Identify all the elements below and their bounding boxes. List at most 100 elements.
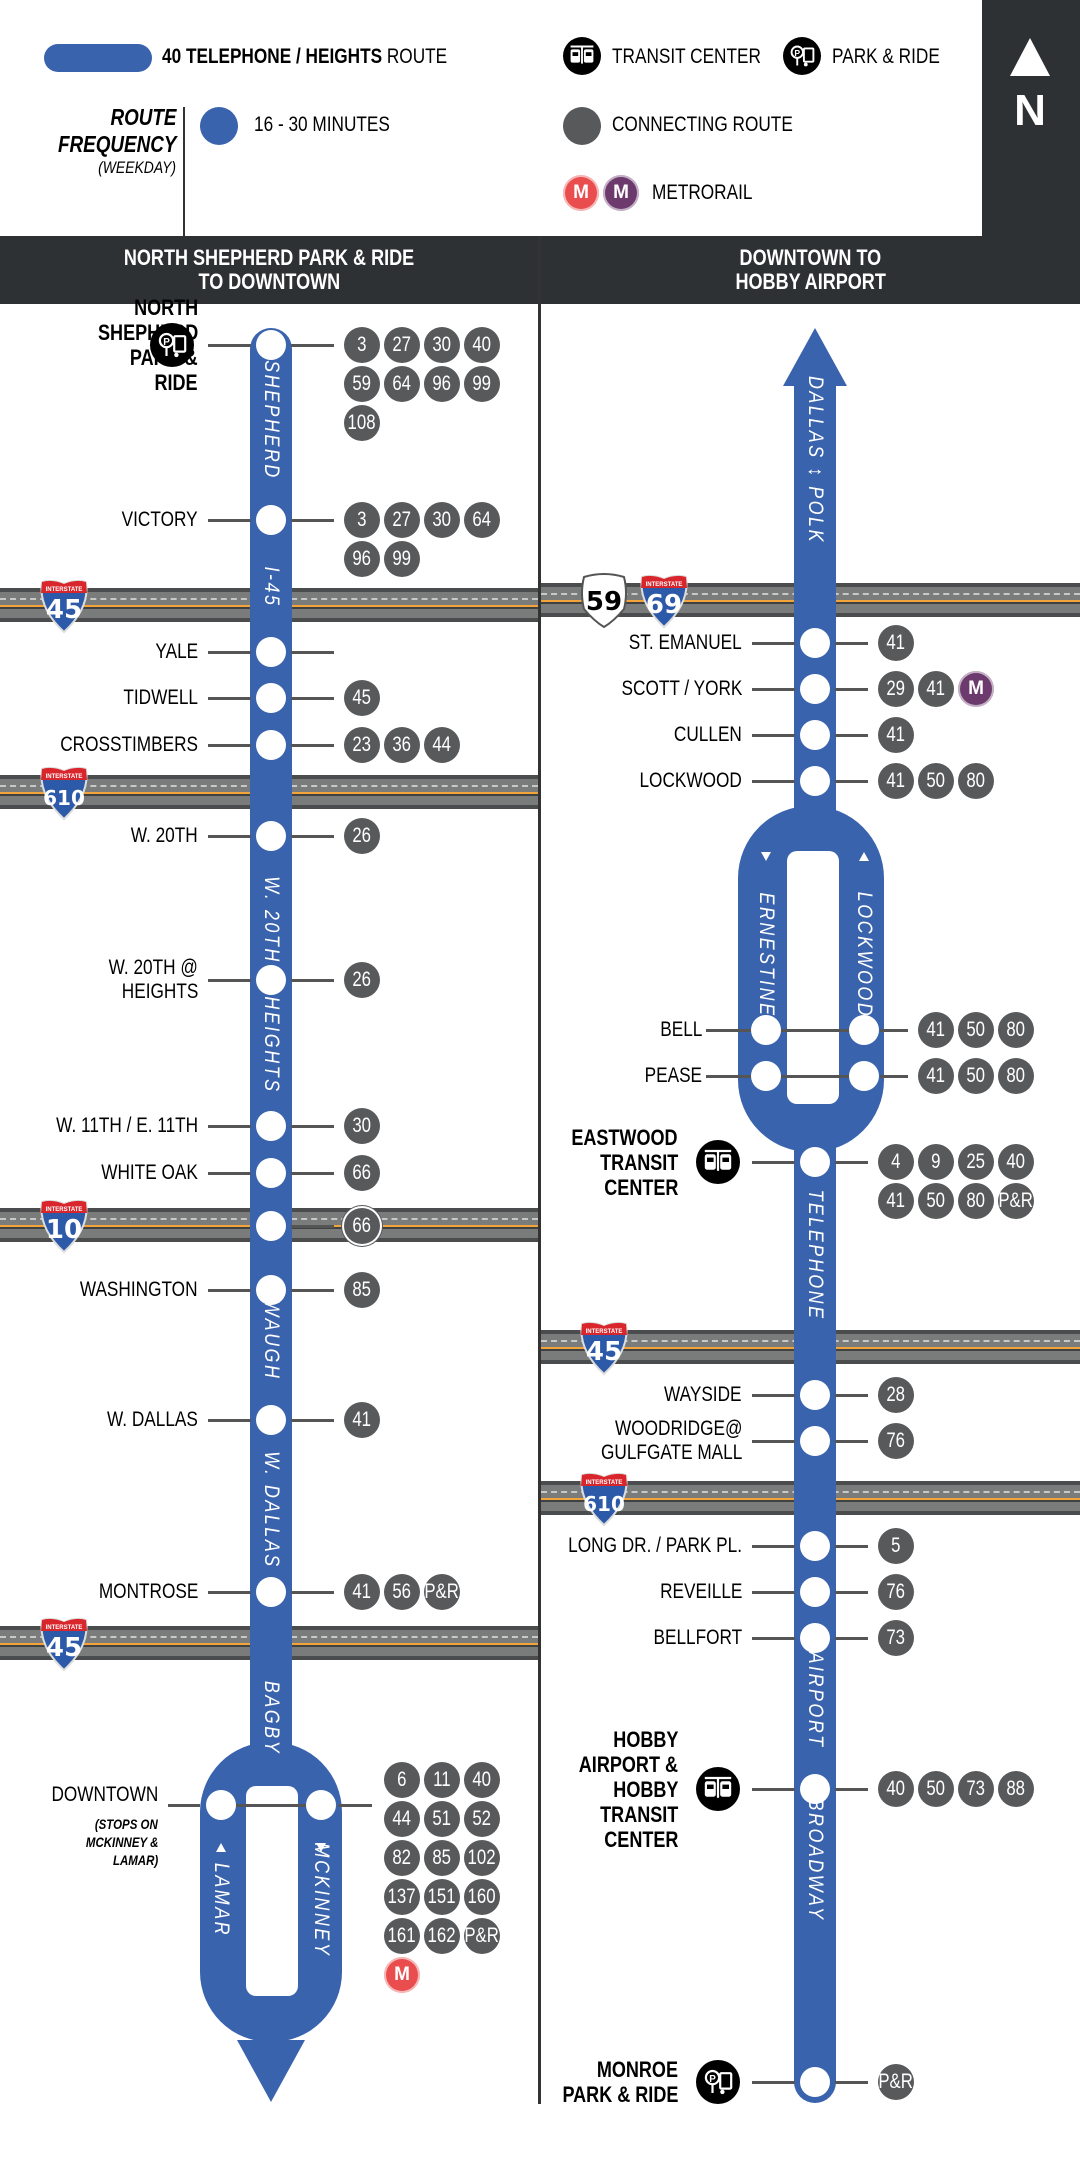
route-badge[interactable]: 28 (878, 1377, 914, 1413)
stop-marker[interactable] (256, 1405, 286, 1435)
stop-marker[interactable] (256, 637, 286, 667)
route-badge[interactable]: 50 (958, 1058, 994, 1094)
route-badge[interactable]: 23 (344, 727, 380, 763)
route-badge[interactable]: 88 (998, 1771, 1034, 1807)
route-badge[interactable]: 102 (464, 1840, 500, 1876)
route-badge[interactable]: P&R (464, 1918, 500, 1954)
route-badge[interactable]: 66 (344, 1208, 380, 1244)
route-badge[interactable]: 40 (878, 1771, 914, 1807)
route-badge[interactable]: 27 (384, 327, 420, 363)
route-badge[interactable]: 30 (424, 327, 460, 363)
route-badge[interactable]: 99 (464, 366, 500, 402)
route-badge[interactable]: 85 (424, 1840, 460, 1876)
route-badge[interactable]: 40 (998, 1144, 1034, 1180)
route-badge[interactable]: 25 (958, 1144, 994, 1180)
route-badge[interactable]: 29 (878, 671, 914, 707)
route-badge[interactable]: 161 (384, 1918, 420, 1954)
route-badge[interactable]: 30 (424, 502, 460, 538)
stop-marker[interactable] (800, 1531, 830, 1561)
stop-marker[interactable] (256, 730, 286, 760)
route-badge[interactable]: 151 (424, 1879, 460, 1915)
route-badge[interactable]: 11 (424, 1762, 460, 1798)
route-badge[interactable]: 3 (344, 327, 380, 363)
route-badge[interactable]: 27 (384, 502, 420, 538)
stop-marker[interactable] (849, 1061, 879, 1091)
route-badge[interactable]: 26 (344, 818, 380, 854)
stop-marker[interactable] (256, 505, 286, 535)
route-badge[interactable]: 41 (344, 1402, 380, 1438)
route-badge[interactable]: 40 (464, 1762, 500, 1798)
stop-marker[interactable] (800, 1577, 830, 1607)
route-badge[interactable]: 80 (958, 1183, 994, 1219)
route-badge[interactable]: 44 (424, 727, 460, 763)
route-badge[interactable]: 137 (384, 1879, 420, 1915)
route-badge[interactable]: 76 (878, 1423, 914, 1459)
stop-downtown-mckinney[interactable] (306, 1790, 336, 1820)
stop-marker[interactable] (256, 1577, 286, 1607)
stop-marker[interactable] (256, 1275, 286, 1305)
route-badge[interactable]: 99 (384, 541, 420, 577)
route-badge[interactable]: 41 (878, 763, 914, 799)
route-badge[interactable]: P&R (424, 1574, 460, 1610)
stop-downtown-lamar[interactable] (206, 1790, 236, 1820)
route-badge[interactable]: P&R (878, 2064, 914, 2100)
stop-marker[interactable] (800, 1380, 830, 1410)
route-badge[interactable]: 50 (918, 1183, 954, 1219)
route-badge[interactable]: 41 (918, 1012, 954, 1048)
route-badge[interactable]: 73 (878, 1620, 914, 1656)
stop-marker[interactable] (800, 628, 830, 658)
route-badge[interactable]: 52 (464, 1801, 500, 1837)
stop-marker[interactable] (800, 1623, 830, 1653)
route-badge[interactable]: 26 (344, 962, 380, 998)
route-badge[interactable]: 41 (344, 1574, 380, 1610)
route-badge[interactable]: 108 (344, 405, 380, 441)
route-badge[interactable]: 30 (344, 1108, 380, 1144)
route-badge[interactable]: 50 (918, 1771, 954, 1807)
route-badge[interactable]: 80 (998, 1058, 1034, 1094)
route-badge[interactable]: 44 (384, 1801, 420, 1837)
stop-marker[interactable] (256, 683, 286, 713)
route-badge[interactable]: 41 (878, 717, 914, 753)
stop-marker[interactable] (800, 2067, 830, 2097)
route-badge[interactable]: 40 (464, 327, 500, 363)
metrorail-icon[interactable]: M (958, 671, 994, 707)
stop-marker[interactable] (800, 720, 830, 750)
route-badge[interactable]: 85 (344, 1272, 380, 1308)
stop-marker[interactable] (751, 1061, 781, 1091)
route-badge[interactable]: 80 (958, 763, 994, 799)
route-badge[interactable]: 64 (384, 366, 420, 402)
route-badge[interactable]: 56 (384, 1574, 420, 1610)
stop-marker[interactable] (800, 1147, 830, 1177)
route-badge[interactable]: 64 (464, 502, 500, 538)
stop-marker[interactable] (256, 1158, 286, 1188)
route-badge[interactable]: 41 (918, 1058, 954, 1094)
route-badge[interactable]: 4 (878, 1144, 914, 1180)
route-badge[interactable]: 50 (918, 763, 954, 799)
stop-marker[interactable] (800, 1774, 830, 1804)
stop-marker[interactable] (849, 1015, 879, 1045)
route-badge[interactable]: 96 (344, 541, 380, 577)
route-badge[interactable]: 6 (384, 1762, 420, 1798)
route-badge[interactable]: 82 (384, 1840, 420, 1876)
route-badge[interactable]: 41 (918, 671, 954, 707)
route-badge[interactable]: 76 (878, 1574, 914, 1610)
stop-marker[interactable] (800, 766, 830, 796)
stop-marker[interactable] (256, 1111, 286, 1141)
route-badge[interactable]: 9 (918, 1144, 954, 1180)
route-badge[interactable]: 3 (344, 502, 380, 538)
stop-marker[interactable] (256, 1211, 286, 1241)
route-badge[interactable]: 45 (344, 680, 380, 716)
route-badge[interactable]: P&R (998, 1183, 1034, 1219)
stop-marker[interactable] (800, 1426, 830, 1456)
route-badge[interactable]: 59 (344, 366, 380, 402)
stop-marker[interactable] (256, 965, 286, 995)
stop-marker[interactable] (800, 674, 830, 704)
route-badge[interactable]: 41 (878, 625, 914, 661)
stop-marker[interactable] (256, 330, 286, 360)
metrorail-icon[interactable]: M (384, 1957, 420, 1993)
route-badge[interactable]: 36 (384, 727, 420, 763)
route-badge[interactable]: 5 (878, 1528, 914, 1564)
route-badge[interactable]: 160 (464, 1879, 500, 1915)
stop-marker[interactable] (256, 821, 286, 851)
route-badge[interactable]: 96 (424, 366, 460, 402)
